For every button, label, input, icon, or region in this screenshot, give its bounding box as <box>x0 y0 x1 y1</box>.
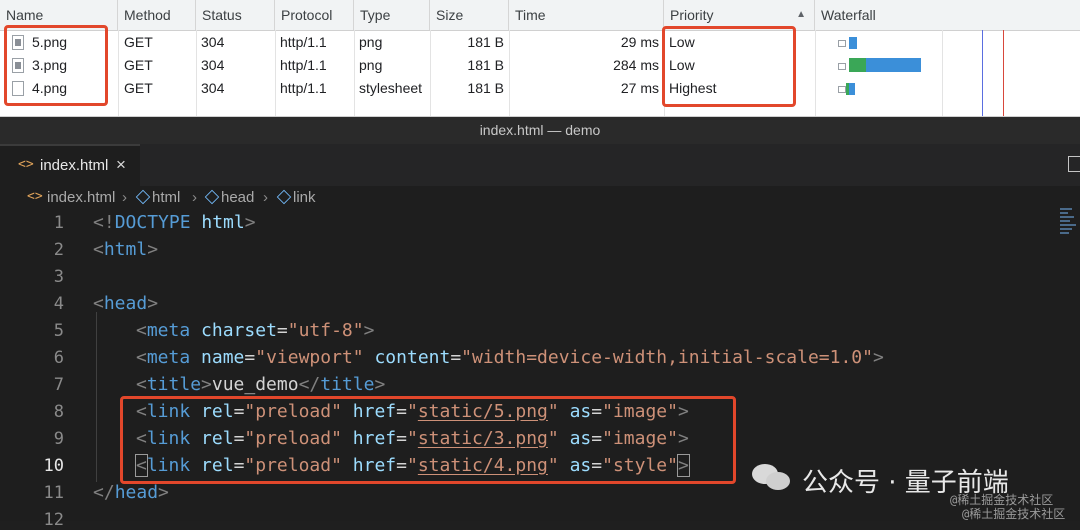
request-status: 304 <box>201 57 225 73</box>
request-size: 181 B <box>467 57 504 73</box>
line-number: 9 <box>53 429 64 449</box>
code-line: <meta charset="utf-8"> <box>136 320 375 341</box>
indent-guide <box>96 312 97 482</box>
waterfall-bar <box>849 83 855 95</box>
col-status[interactable]: Status <box>196 0 275 30</box>
close-icon[interactable]: × <box>116 155 126 175</box>
code-icon: <> <box>18 157 34 172</box>
waterfall-wait <box>849 58 866 72</box>
request-time: 284 ms <box>613 57 659 73</box>
request-status: 304 <box>201 80 225 96</box>
request-row[interactable]: 5.png GET 304 http/1.1 png 181 B 29 ms L… <box>0 31 1080 54</box>
element-icon <box>135 189 151 205</box>
code-line: <head> <box>93 293 159 314</box>
request-size: 181 B <box>467 80 504 96</box>
line-number-current: 10 <box>43 456 64 476</box>
request-row[interactable]: 4.png GET 304 http/1.1 stylesheet 181 B … <box>0 77 1080 100</box>
request-type: png <box>359 57 383 73</box>
request-time: 27 ms <box>620 80 659 96</box>
minimap[interactable] <box>1060 208 1078 248</box>
line-number: 6 <box>53 348 64 368</box>
watermark: 公众号 · 量子前端 @稀土掘金技术社区 @稀土掘金技术社区 <box>752 460 1080 521</box>
request-method: GET <box>124 57 153 73</box>
waterfall-queue <box>838 86 846 93</box>
breadcrumb-separator: › <box>122 189 127 206</box>
sort-ascending-icon: ▲ <box>796 9 806 20</box>
col-protocol[interactable]: Protocol <box>275 0 354 30</box>
line-number: 4 <box>53 294 64 314</box>
request-protocol: http/1.1 <box>280 34 327 50</box>
code-line: <!DOCTYPE html> <box>93 212 256 233</box>
col-size[interactable]: Size <box>430 0 509 30</box>
line-number: 11 <box>43 483 64 503</box>
highlight-priority <box>662 26 796 107</box>
request-protocol: http/1.1 <box>280 57 327 73</box>
code-line: <title>vue_demo</title> <box>136 374 386 395</box>
tab-label: index.html <box>40 157 109 174</box>
request-type: png <box>359 34 383 50</box>
waterfall-queue <box>838 40 846 47</box>
wechat-icon <box>752 464 792 494</box>
breadcrumb: <> index.html › html › head › link <box>0 186 1080 210</box>
network-panel: Name Method Status Protocol Type Size Ti… <box>0 0 1080 117</box>
highlight-names <box>4 25 108 106</box>
element-icon <box>204 189 220 205</box>
request-type: stylesheet <box>359 80 423 96</box>
line-number: 2 <box>53 240 64 260</box>
request-protocol: http/1.1 <box>280 80 327 96</box>
col-type[interactable]: Type <box>354 0 430 30</box>
breadcrumb-separator: › <box>192 189 197 206</box>
line-number: 8 <box>53 402 64 422</box>
code-icon: <> <box>27 189 43 204</box>
col-time[interactable]: Time <box>509 0 664 30</box>
line-number: 5 <box>53 321 64 341</box>
tab-index-html[interactable]: <> index.html × <box>0 144 140 186</box>
breadcrumb-head[interactable]: head <box>204 189 254 206</box>
waterfall-bar <box>866 58 921 72</box>
split-editor-icon[interactable] <box>1068 156 1080 172</box>
watermark-sub: @稀土掘金技术社区 <box>962 507 1066 521</box>
col-method[interactable]: Method <box>118 0 196 30</box>
waterfall-queue <box>838 63 846 70</box>
line-number: 12 <box>43 510 64 530</box>
breadcrumb-link[interactable]: link <box>276 189 316 206</box>
editor-tabs: <> index.html × <box>0 144 1080 186</box>
window-title: index.html — demo <box>0 117 1080 144</box>
request-time: 29 ms <box>620 34 659 50</box>
highlight-preload-links <box>120 396 736 484</box>
request-method: GET <box>124 80 153 96</box>
line-number: 7 <box>53 375 64 395</box>
breadcrumb-separator: › <box>263 189 268 206</box>
network-header: Name Method Status Protocol Type Size Ti… <box>0 0 1080 31</box>
breadcrumb-html[interactable]: html <box>135 189 180 206</box>
request-size: 181 B <box>467 34 504 50</box>
code-line: </head> <box>93 482 169 503</box>
waterfall-bar <box>849 37 857 49</box>
code-line: <meta name="viewport" content="width=dev… <box>136 347 884 368</box>
element-icon <box>276 189 292 205</box>
request-row[interactable]: 3.png GET 304 http/1.1 png 181 B 284 ms … <box>0 54 1080 77</box>
code-editor[interactable]: 1 2 3 4 5 6 7 8 9 10 11 12 <!DOCTYPE htm… <box>0 210 1080 530</box>
col-priority-label: Priority <box>670 7 714 23</box>
line-number: 3 <box>53 267 64 287</box>
breadcrumb-file[interactable]: index.html <box>47 189 115 206</box>
code-line: <html> <box>93 239 159 260</box>
request-method: GET <box>124 34 153 50</box>
request-status: 304 <box>201 34 225 50</box>
col-waterfall[interactable]: Waterfall <box>815 0 1080 30</box>
line-number: 1 <box>53 213 64 233</box>
